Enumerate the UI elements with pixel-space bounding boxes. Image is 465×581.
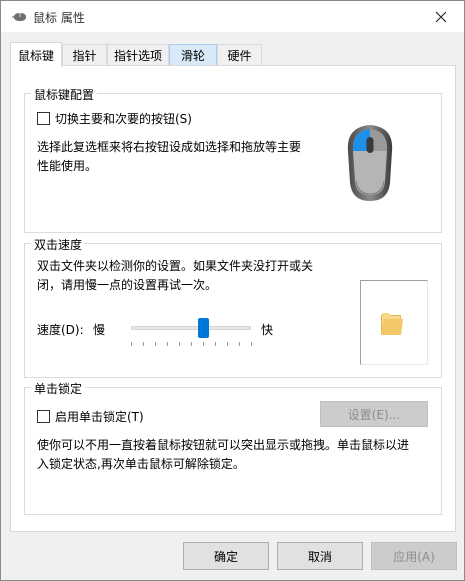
double-click-description: 双击文件夹以检测你的设置。如果文件夹没打开或关 闭，请用慢一点的设置再试一次。 [37,257,337,295]
group-title: 双击速度 [31,236,86,253]
tab-label: 指针选项 [113,49,162,63]
switch-buttons-label[interactable]: 切换主要和次要的按钮(S) [55,110,192,127]
speed-label: 速度(D): [37,323,84,337]
slider-tick [227,342,228,346]
cancel-button[interactable]: 取消 [277,542,363,570]
tab-label: 滑轮 [180,49,205,63]
slider-tick [155,342,156,346]
description-line: 入锁定状态,再次单击鼠标可解除锁定。 [37,457,245,471]
speed-slider[interactable] [129,316,257,348]
slider-tick [167,342,168,346]
description-line: 闭，请用慢一点的设置再试一次。 [37,278,218,292]
slider-tick [131,342,132,346]
tab-hardware[interactable]: 硬件 [217,44,262,66]
slider-tick [239,342,240,346]
fast-label: 快 [261,323,274,337]
slider-tick [251,342,252,346]
button-label: 取消 [307,549,332,564]
ok-button[interactable]: 确定 [183,542,269,570]
apply-button[interactable]: 应用(A) [371,542,457,570]
slider-tick [191,342,192,346]
slider-tick [215,342,216,346]
mouse-properties-window: 鼠标 属性 鼠标键 指针 指针选项 滑轮 硬件 鼠标键配置 切换主要和次要的按钮… [0,0,465,581]
double-click-group: 双击速度 双击文件夹以检测你的设置。如果文件夹没打开或关 闭，请用慢一点的设置再… [24,236,442,378]
tab-buttons[interactable]: 鼠标键 [10,42,62,67]
tab-label: 指针 [72,49,97,63]
slider-thumb[interactable] [197,318,209,338]
slow-label: 慢 [93,323,106,337]
close-button[interactable] [418,1,464,32]
test-folder-area[interactable] [360,280,428,365]
description-line: 使你可以不用一直按着鼠标按钮就可以突出显示或拖拽。单击鼠标以进 [37,438,410,452]
mouse-icon [12,13,26,21]
title-bar: 鼠标 属性 [1,1,464,32]
description-line: 双击文件夹以检测你的设置。如果文件夹没打开或关 [37,259,314,273]
click-lock-description: 使你可以不用一直按着鼠标按钮就可以突出显示或拖拽。单击鼠标以进 入锁定状态,再次… [37,436,432,474]
slider-tick [203,342,204,346]
group-title: 单击锁定 [31,380,86,397]
button-label: 设置(E)... [347,407,401,422]
window-title: 鼠标 属性 [33,11,85,25]
button-label: 应用(A) [393,549,435,564]
description-line: 性能使用。 [37,159,98,173]
slider-tick [179,342,180,346]
tab-panel: 鼠标键配置 切换主要和次要的按钮(S) 选择此复选框来将右按钮设成如选择和拖放等… [10,65,456,532]
tab-label: 鼠标键 [17,48,54,63]
tab-label: 硬件 [227,49,252,63]
click-lock-group: 单击锁定 启用单击锁定(T) 设置(E)... 使你可以不用一直按着鼠标按钮就可… [24,380,442,515]
tab-pointers[interactable]: 指针 [62,44,107,66]
folder-icon [381,313,403,335]
tab-pointer-options[interactable]: 指针选项 [107,44,169,66]
slider-tick [143,342,144,346]
description-line: 选择此复选框来将右按钮设成如选择和拖放等主要 [37,140,302,154]
group-title: 鼠标键配置 [31,86,98,103]
button-label: 确定 [213,549,238,564]
click-lock-settings-button[interactable]: 设置(E)... [320,401,428,427]
button-config-description: 选择此复选框来将右按钮设成如选择和拖放等主要 性能使用。 [37,138,327,176]
tab-wheel[interactable]: 滑轮 [169,44,217,66]
button-config-group: 鼠标键配置 切换主要和次要的按钮(S) 选择此复选框来将右按钮设成如选择和拖放等… [24,86,442,233]
slider-track [131,326,251,330]
click-lock-checkbox[interactable] [37,410,50,423]
mouse-illustration-icon [347,125,393,201]
tab-strip: 鼠标键 指针 指针选项 滑轮 硬件 [10,42,460,67]
switch-buttons-checkbox[interactable] [37,112,50,125]
click-lock-label[interactable]: 启用单击锁定(T) [55,408,144,425]
close-icon [435,11,447,22]
